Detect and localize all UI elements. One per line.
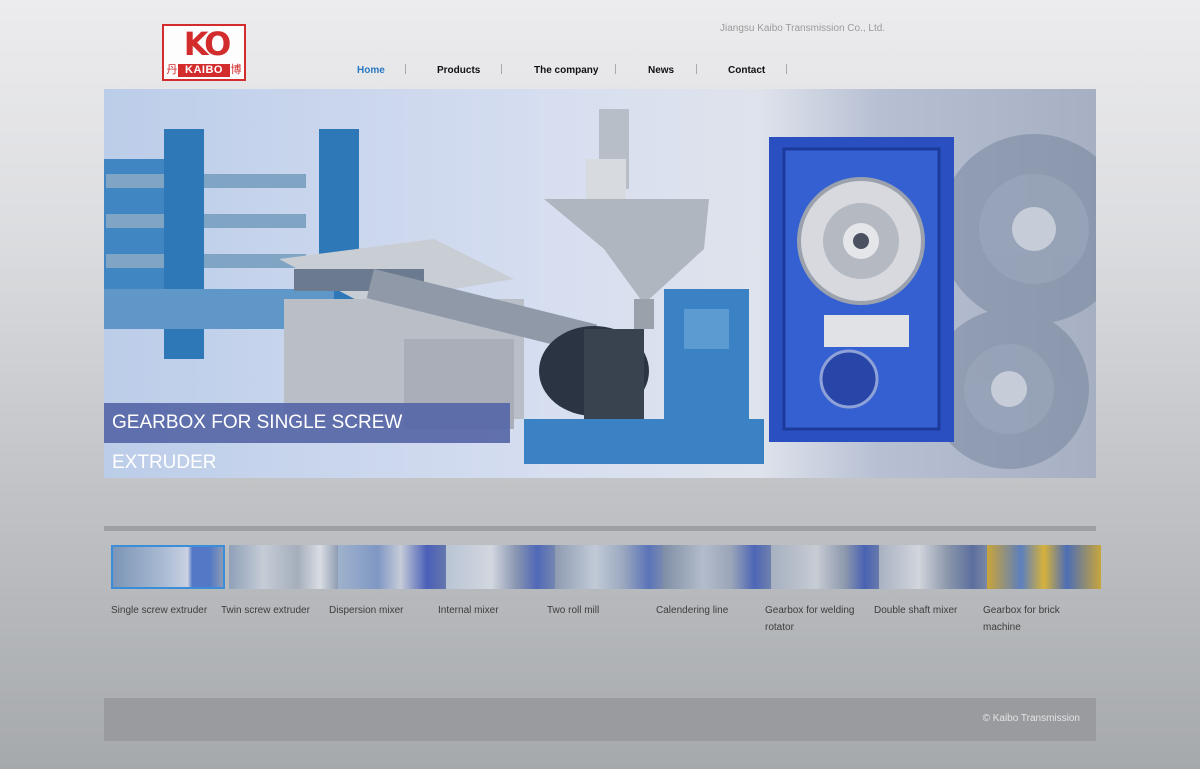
thumb-label[interactable]: Gearbox for welding rotator [765,602,869,636]
featured-gearbox [769,137,954,442]
thumb-dispersion-mixer[interactable] [338,545,452,589]
thumb-label[interactable]: Gearbox for brick machine [983,602,1087,636]
thumb-label[interactable]: Calendering line [656,602,760,619]
thumb-gearbox-welding-rotator[interactable] [771,545,885,589]
nav-news[interactable]: News [648,62,674,80]
nav-home[interactable]: Home [357,62,385,80]
thumb-label[interactable]: Internal mixer [438,602,542,619]
logo-mark: KO [183,25,232,63]
control-cabinet [279,239,524,429]
copyright: © Kaibo Transmission [982,713,1080,724]
nav-separator [696,64,697,74]
thumb-calendering-line[interactable] [663,545,777,589]
nav-separator [501,64,502,74]
thumb-twin-screw-extruder[interactable] [229,545,343,589]
section-divider [104,526,1096,531]
thumb-internal-mixer[interactable] [446,545,560,589]
company-name: Jiangsu Kaibo Transmission Co., Ltd. [720,23,886,34]
thumb-double-shaft-mixer[interactable] [879,545,993,589]
thumb-label[interactable]: Single screw extruder [111,602,215,619]
nav-the-company[interactable]: The company [534,62,598,80]
footer: © Kaibo Transmission [104,698,1096,741]
nav-contact[interactable]: Contact [728,62,765,80]
thumb-gearbox-brick-machine[interactable] [987,545,1101,589]
hero-banner[interactable]: GEARBOX FOR SINGLE SCREW EXTRUDER [104,89,1096,478]
thumb-label[interactable]: Double shaft mixer [874,602,978,619]
nav-separator [405,64,406,74]
thumb-label[interactable]: Dispersion mixer [329,602,433,619]
kaibo-logo[interactable]: KO 丹 KAIBO 博 [162,24,246,81]
thumb-label[interactable]: Two roll mill [547,602,651,619]
nav-separator [615,64,616,74]
nav-products[interactable]: Products [437,62,480,80]
thumb-label[interactable]: Twin screw extruder [221,602,325,619]
logo-right-glyph: 博 [230,64,242,76]
logo-wordmark-bar: 丹 KAIBO 博 [166,64,242,77]
thumb-two-roll-mill[interactable] [555,545,669,589]
hero-caption: GEARBOX FOR SINGLE SCREW EXTRUDER [104,403,510,473]
thumb-single-screw-extruder[interactable] [111,545,225,589]
logo-word: KAIBO [178,64,230,77]
logo-left-glyph: 丹 [166,64,178,76]
nav-separator [786,64,787,74]
